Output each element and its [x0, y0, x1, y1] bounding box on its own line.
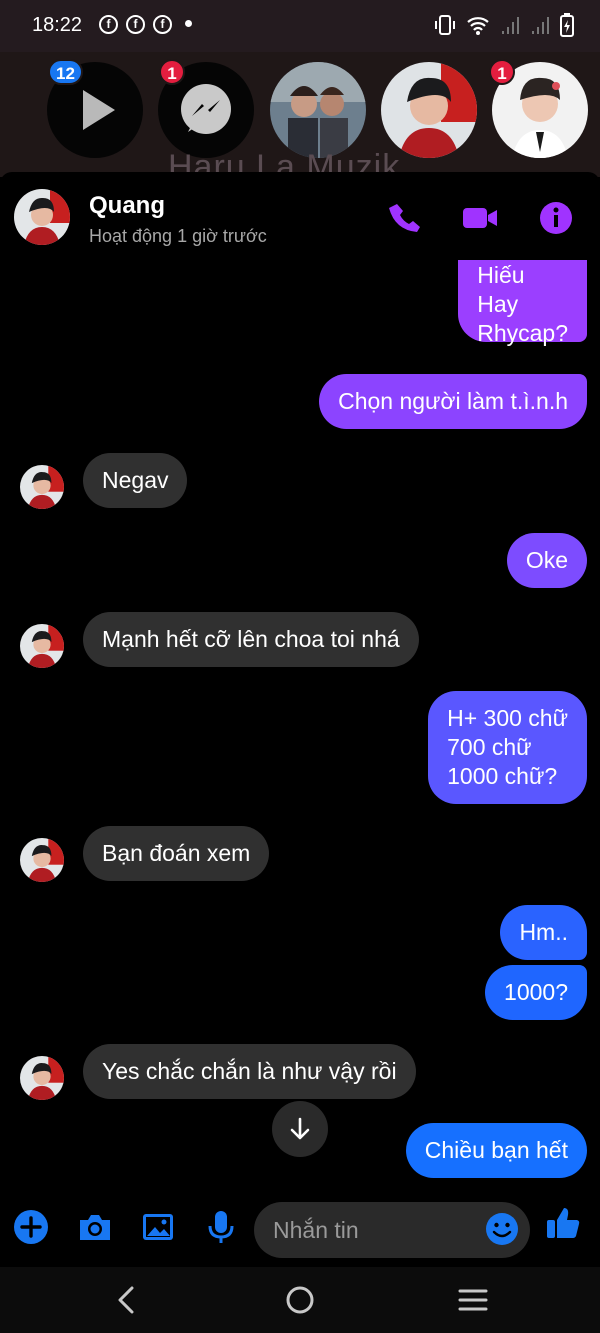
message-bubble-sent[interactable]: Anh xài Hiếu Hay Rhycap? — [458, 260, 587, 346]
video-call-icon[interactable] — [462, 200, 498, 236]
status-time: 18:22 — [32, 14, 83, 36]
microphone-icon[interactable] — [203, 1209, 239, 1245]
status-bar: 18:22 f f f — [0, 0, 600, 52]
back-icon[interactable] — [110, 1283, 144, 1317]
wifi-icon — [467, 17, 489, 35]
arrow-down-icon — [290, 1117, 310, 1140]
contact-name[interactable]: Quang — [89, 192, 165, 220]
signal-icon — [502, 17, 519, 34]
home-icon[interactable] — [283, 1283, 317, 1317]
avatar[interactable] — [14, 189, 70, 245]
message-bubble-received[interactable]: Negav — [83, 453, 188, 508]
emoji-icon[interactable] — [485, 1212, 519, 1246]
more-notifications-dot — [185, 20, 192, 27]
message-bubble-received[interactable]: Bạn đoán xem — [83, 826, 270, 881]
story-badge-count: 1 — [489, 59, 515, 85]
info-icon[interactable] — [538, 200, 574, 236]
scroll-to-bottom-button[interactable] — [272, 1101, 328, 1157]
story-avatar[interactable] — [381, 62, 477, 158]
avatar[interactable] — [20, 1056, 64, 1100]
message-bubble-received[interactable]: Mạnh hết cỡ lên choa toi nhá — [83, 612, 419, 667]
camera-icon[interactable] — [77, 1209, 113, 1245]
signal-icon — [532, 17, 549, 34]
message-bubble-sent[interactable]: Chọn người làm t.ì.n.h — [319, 374, 587, 429]
message-bubble-sent[interactable]: Oke — [506, 533, 587, 588]
phone-icon[interactable] — [388, 200, 424, 236]
facebook-notification-icon: f — [153, 15, 172, 34]
vibrate-icon — [435, 15, 455, 35]
avatar[interactable] — [20, 465, 64, 509]
message-bubble-sent[interactable]: Hm.. — [500, 905, 587, 960]
message-list[interactable]: Anh xài Hiếu Hay Rhycap? Chọn người làm … — [0, 260, 600, 1180]
chat-header: Quang Hoạt động 1 giờ trước — [0, 172, 600, 260]
message-bubble-sent[interactable]: Chiều bạn hết — [405, 1123, 587, 1178]
contact-status: Hoạt động 1 giờ trước — [89, 226, 267, 246]
gallery-icon[interactable] — [140, 1209, 176, 1245]
system-navigation-bar — [0, 1267, 600, 1333]
story-badge-count: 12 — [48, 59, 83, 85]
recent-apps-icon[interactable] — [456, 1283, 490, 1317]
battery-charging-icon — [560, 13, 574, 37]
avatar[interactable] — [20, 838, 64, 882]
facebook-notification-icon: f — [126, 15, 145, 34]
message-bubble-sent[interactable]: 1000? — [485, 965, 587, 1020]
message-composer — [0, 1195, 600, 1267]
story-badge-count: 1 — [159, 59, 185, 85]
avatar[interactable] — [20, 624, 64, 668]
message-bubble-sent[interactable]: H+ 300 chữ 700 chữ 1000 chữ? — [428, 691, 587, 804]
avatar-photo — [270, 62, 366, 158]
message-bubble-received[interactable]: Yes chắc chắn là như vậy rồi — [83, 1044, 416, 1099]
plus-icon[interactable] — [13, 1209, 49, 1245]
avatar-photo — [381, 62, 477, 158]
system-indicators — [434, 13, 574, 37]
thumbs-up-icon[interactable] — [545, 1205, 581, 1241]
story-avatar[interactable] — [270, 62, 366, 158]
facebook-notification-icon: f — [99, 15, 118, 34]
